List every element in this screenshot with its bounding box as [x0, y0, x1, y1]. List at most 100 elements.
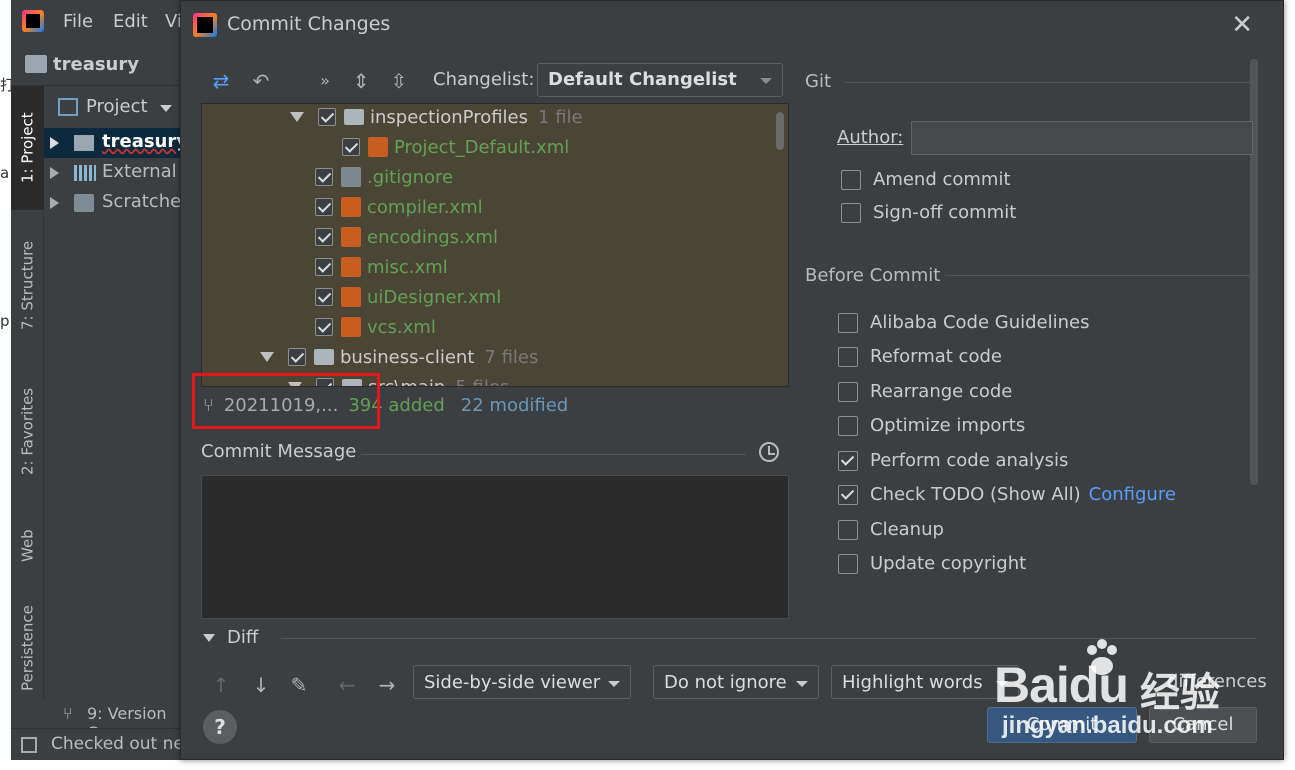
previous-difference-icon[interactable]: ↑ — [207, 671, 235, 699]
diff-ignore-select[interactable]: Do not ignore — [653, 665, 819, 699]
file-checkbox[interactable] — [342, 138, 360, 156]
commit-button[interactable]: Commit — [987, 707, 1137, 743]
tree-file-project-default[interactable]: Project_Default.xml — [342, 132, 569, 162]
option-label: Optimize imports — [870, 415, 1026, 436]
tree-dir-inspectionprofiles[interactable]: inspectionProfiles 1 file — [290, 104, 583, 132]
tree-item-treasury[interactable]: treasury — [44, 128, 189, 158]
option-label: Update copyright — [870, 553, 1027, 574]
option-optimize-imports[interactable]: Optimize imports — [838, 415, 1025, 436]
cancel-button[interactable]: Cancel — [1149, 707, 1257, 743]
tree-file-gitignore[interactable]: .gitignore — [315, 162, 453, 192]
option-checkbox[interactable] — [838, 415, 858, 436]
collapse-all-icon[interactable]: ⇳ — [385, 67, 413, 95]
file-checkbox[interactable] — [315, 288, 333, 306]
diff-viewer-value: Side-by-side viewer — [424, 672, 601, 693]
amend-commit-option[interactable]: Amend commit — [841, 169, 1011, 190]
expand-arrow-icon[interactable] — [260, 352, 274, 362]
close-icon[interactable]: ✕ — [1231, 10, 1253, 40]
option-perform-analysis[interactable]: Perform code analysis — [838, 450, 1068, 471]
expand-arrow-icon[interactable] — [290, 112, 304, 122]
option-checkbox[interactable] — [838, 484, 858, 505]
file-checkbox[interactable] — [315, 198, 333, 216]
option-update-copyright[interactable]: Update copyright — [838, 553, 1026, 574]
option-checkbox[interactable] — [838, 312, 858, 333]
author-label-text: Author: — [837, 127, 904, 148]
forward-arrow-icon[interactable]: → — [373, 671, 401, 699]
option-checkbox[interactable] — [838, 450, 858, 471]
left-tool-window-bar: 1: Project 7: Structure 2: Favorites Web… — [11, 86, 44, 700]
tree-item-external[interactable]: External L — [44, 158, 189, 188]
tree-file-compiler[interactable]: compiler.xml — [315, 192, 483, 222]
file-name: vcs.xml — [367, 316, 436, 338]
signoff-commit-option[interactable]: Sign-off commit — [841, 202, 1016, 223]
option-reformat-code[interactable]: Reformat code — [838, 346, 1002, 367]
dir-name: business-client — [340, 346, 475, 368]
amend-checkbox[interactable] — [841, 169, 861, 190]
intellij-logo-icon — [22, 10, 44, 32]
option-checkbox[interactable] — [838, 346, 858, 367]
project-view-icon — [58, 98, 78, 116]
tree-item-scratches[interactable]: Scratches — [44, 188, 189, 218]
help-button[interactable]: ? — [203, 710, 237, 744]
menu-file[interactable]: File — [63, 11, 93, 32]
edit-source-icon[interactable]: ✎ — [285, 671, 313, 699]
tab-structure[interactable]: 7: Structure — [11, 220, 44, 350]
tab-favorites[interactable]: 2: Favorites — [11, 366, 44, 496]
diff-extra-text[interactable]: differences — [1167, 671, 1267, 692]
tab-project[interactable]: 1: Project — [11, 86, 44, 210]
tree-dir-business-client[interactable]: business-client 7 files — [260, 342, 538, 372]
expand-arrow-icon[interactable] — [50, 167, 59, 179]
tab-web[interactable]: Web — [11, 508, 44, 584]
file-checkbox[interactable] — [315, 168, 333, 186]
menu-edit[interactable]: Edit — [113, 11, 148, 32]
tree-item-label: External L — [102, 161, 189, 182]
author-input[interactable] — [911, 121, 1253, 155]
option-alibaba-guidelines[interactable]: Alibaba Code Guidelines — [838, 312, 1089, 333]
tree-file-uidesigner[interactable]: uiDesigner.xml — [315, 282, 501, 312]
expand-all-icon[interactable]: ⇕ — [347, 67, 375, 95]
project-panel: Project treasury External L Scratches — [44, 86, 189, 700]
signoff-checkbox[interactable] — [841, 202, 861, 223]
changes-scrollbar[interactable] — [776, 112, 784, 150]
modified-count: 22 modified — [460, 394, 569, 416]
option-checkbox[interactable] — [838, 519, 858, 540]
commit-history-icon[interactable] — [759, 442, 779, 462]
changelist-select[interactable]: Default Changelist — [537, 63, 783, 97]
chevron-down-icon — [203, 633, 215, 642]
project-name[interactable]: treasury — [53, 54, 139, 75]
more-actions-icon[interactable]: » — [311, 67, 339, 95]
option-rearrange-code[interactable]: Rearrange code — [838, 381, 1012, 402]
library-icon — [74, 165, 96, 181]
diff-viewer-select[interactable]: Side-by-side viewer — [413, 665, 631, 699]
tab-persistence-label: Persistence — [18, 605, 37, 691]
show-diff-icon[interactable]: ⇄ — [207, 67, 235, 95]
changelist-label: Changelist: — [433, 69, 534, 90]
chevron-down-icon[interactable] — [160, 105, 172, 112]
option-checkbox[interactable] — [838, 381, 858, 402]
project-panel-title[interactable]: Project — [86, 96, 148, 117]
expand-arrow-icon[interactable] — [50, 137, 59, 149]
configure-link[interactable]: Configure — [1089, 484, 1176, 505]
file-checkbox[interactable] — [315, 258, 333, 276]
file-checkbox[interactable] — [318, 108, 336, 126]
option-check-todo[interactable]: Check TODO (Show All) Configure — [838, 484, 1176, 505]
dir-count: 5 files — [455, 376, 510, 387]
toggle-tool-windows-icon[interactable] — [21, 737, 37, 753]
tree-file-vcs[interactable]: vcs.xml — [315, 312, 436, 342]
rollback-icon[interactable]: ↶ — [247, 67, 275, 95]
option-checkbox[interactable] — [838, 553, 858, 574]
option-label: Reformat code — [870, 346, 1002, 367]
back-arrow-icon[interactable]: ← — [333, 671, 361, 699]
file-checkbox[interactable] — [288, 348, 306, 366]
diff-highlight-select[interactable]: Highlight words — [831, 665, 1019, 699]
expand-arrow-icon[interactable] — [50, 197, 59, 209]
next-difference-icon[interactable]: ↓ — [247, 671, 275, 699]
option-cleanup[interactable]: Cleanup — [838, 519, 944, 540]
tree-file-encodings[interactable]: encodings.xml — [315, 222, 498, 252]
diff-toggle[interactable]: Diff — [203, 627, 258, 648]
tree-file-misc[interactable]: misc.xml — [315, 252, 448, 282]
commit-message-input[interactable] — [201, 475, 789, 619]
file-checkbox[interactable] — [315, 318, 333, 336]
file-checkbox[interactable] — [315, 228, 333, 246]
tab-persistence[interactable]: Persistence — [11, 598, 44, 698]
